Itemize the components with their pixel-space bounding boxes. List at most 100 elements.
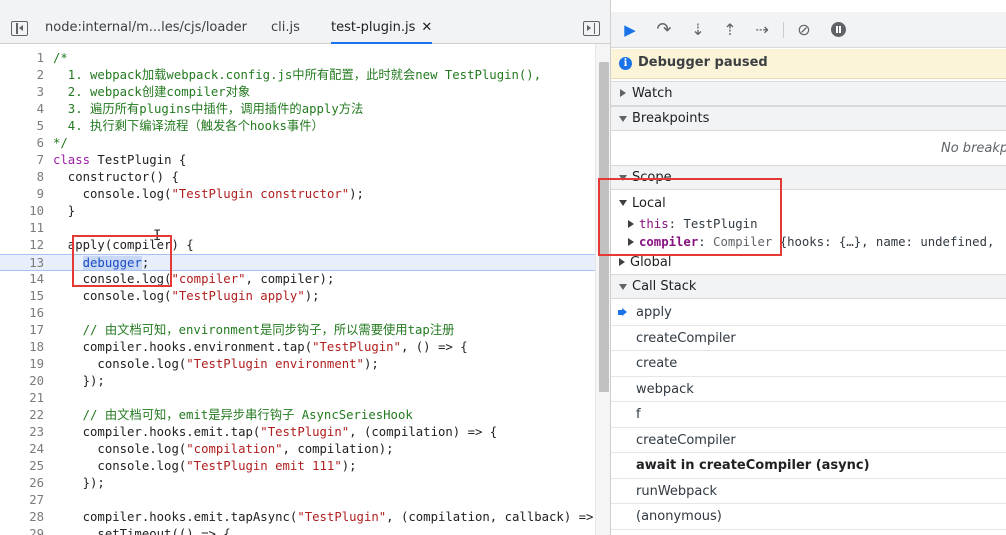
line-number[interactable]: 24 bbox=[0, 441, 44, 458]
step-out-icon[interactable]: ⇡ bbox=[719, 20, 741, 40]
code-line[interactable]: 14 console.log("compiler", compiler); bbox=[0, 271, 595, 288]
line-number[interactable]: 11 bbox=[0, 220, 44, 237]
code-line[interactable]: 3 2. webpack创建compiler对象 bbox=[0, 84, 595, 101]
frame-label: f bbox=[636, 407, 641, 422]
code-line[interactable]: 12 apply(compiler) { bbox=[0, 237, 595, 254]
code-text: 2. webpack创建compiler对象 bbox=[53, 85, 251, 99]
line-number[interactable]: 20 bbox=[0, 373, 44, 390]
step-over-icon[interactable]: ↷ bbox=[653, 20, 675, 40]
call-stack-frame[interactable]: create bbox=[611, 351, 1006, 377]
code-line[interactable]: 15 console.log("TestPlugin apply"); bbox=[0, 288, 595, 305]
line-number[interactable]: 17 bbox=[0, 322, 44, 339]
line-number[interactable]: 15 bbox=[0, 288, 44, 305]
toggle-debugger-sidebar-icon[interactable] bbox=[583, 21, 600, 36]
code-line[interactable]: 9 console.log("TestPlugin constructor"); bbox=[0, 186, 595, 203]
code-line[interactable]: 17 // 由文档可知，environment是同步钩子，所以需要使用tap注册 bbox=[0, 322, 595, 339]
code-line[interactable]: 29 setTimeout(() => { bbox=[0, 526, 595, 535]
line-number[interactable]: 28 bbox=[0, 509, 44, 526]
line-number[interactable]: 21 bbox=[0, 390, 44, 407]
code-line[interactable]: 4 3. 遍历所有plugins中插件，调用插件的apply方法 bbox=[0, 101, 595, 118]
code-line[interactable]: 2 1. webpack加载webpack.config.js中所有配置，此时就… bbox=[0, 67, 595, 84]
call-stack-frame[interactable]: (anonymous) bbox=[611, 504, 1006, 530]
line-number[interactable]: 2 bbox=[0, 67, 44, 84]
current-frame-arrow-icon bbox=[618, 308, 627, 317]
tab-test-plugin[interactable]: test-plugin.js ✕ bbox=[331, 20, 433, 44]
line-number[interactable]: 14 bbox=[0, 271, 44, 288]
scope-local[interactable]: Local bbox=[619, 195, 666, 213]
prop-name: compiler bbox=[639, 235, 699, 249]
line-number[interactable]: 22 bbox=[0, 407, 44, 424]
tab-loader[interactable]: node:internal/m...les/cjs/loader bbox=[45, 20, 247, 44]
call-stack-frame[interactable]: createCompiler bbox=[611, 428, 1006, 453]
close-tab-icon[interactable]: ✕ bbox=[421, 20, 432, 35]
step-icon[interactable]: ⇢ bbox=[751, 20, 773, 40]
line-number[interactable]: 10 bbox=[0, 203, 44, 220]
resume-icon[interactable]: ▶ bbox=[619, 20, 641, 40]
code-line[interactable]: 10 } bbox=[0, 203, 595, 220]
line-number[interactable]: 5 bbox=[0, 118, 44, 135]
line-number[interactable]: 29 bbox=[0, 526, 44, 535]
call-stack-frame[interactable]: f bbox=[611, 402, 1006, 428]
code-line[interactable]: 6 */ bbox=[0, 135, 595, 152]
code-area[interactable]: 1 /* 2 1. webpack加载webpack.config.js中所有配置，… bbox=[0, 50, 608, 535]
line-number[interactable]: 1 bbox=[0, 50, 44, 67]
code-line[interactable]: 16 bbox=[0, 305, 595, 322]
scrollbar-thumb[interactable] bbox=[599, 62, 609, 392]
code-line[interactable]: 1 /* bbox=[0, 50, 595, 67]
code-line[interactable]: 21 bbox=[0, 390, 595, 407]
line-number[interactable]: 7 bbox=[0, 152, 44, 169]
deactivate-breakpoints-icon[interactable]: ⊘ bbox=[793, 20, 815, 40]
code-line[interactable]: 26 }); bbox=[0, 475, 595, 492]
line-number[interactable]: 3 bbox=[0, 84, 44, 101]
code-line[interactable]: 18 compiler.hooks.environment.tap("TestP… bbox=[0, 339, 595, 356]
frame-label: createCompiler bbox=[636, 432, 736, 448]
code-line[interactable]: 19 console.log("TestPlugin environment")… bbox=[0, 356, 595, 373]
line-number[interactable]: 16 bbox=[0, 305, 44, 322]
scope-section-header[interactable]: Scope bbox=[611, 165, 1006, 190]
line-number[interactable]: 25 bbox=[0, 458, 44, 475]
call-stack-frame[interactable]: runWebpack bbox=[611, 479, 1006, 504]
code-line[interactable]: 11 bbox=[0, 220, 595, 237]
pause-on-exceptions-icon[interactable] bbox=[827, 20, 849, 40]
call-stack-frame[interactable]: createCompiler bbox=[611, 326, 1006, 351]
line-number[interactable]: 13 bbox=[0, 255, 44, 272]
call-stack-frame[interactable]: apply bbox=[611, 300, 1006, 326]
code-text: }); bbox=[53, 476, 105, 490]
editor-scrollbar[interactable] bbox=[595, 44, 610, 535]
line-number[interactable]: 26 bbox=[0, 475, 44, 492]
line-number[interactable]: 9 bbox=[0, 186, 44, 203]
scope-prop-this[interactable]: this: TestPlugin bbox=[628, 215, 757, 233]
code-line[interactable]: 24 console.log("compilation", compilatio… bbox=[0, 441, 595, 458]
toggle-navigator-icon[interactable] bbox=[11, 21, 28, 36]
code-line-current[interactable]: 13 debugger; bbox=[0, 254, 595, 271]
code-text: // 由文档可知，emit是异步串行钩子 AsyncSeriesHook bbox=[53, 408, 413, 422]
line-number[interactable]: 19 bbox=[0, 356, 44, 373]
line-number[interactable]: 27 bbox=[0, 492, 44, 509]
line-number[interactable]: 18 bbox=[0, 339, 44, 356]
watch-section-header[interactable]: Watch bbox=[611, 81, 1006, 106]
code-line[interactable]: 20 }); bbox=[0, 373, 595, 390]
call-stack-frame[interactable]: webpack bbox=[611, 377, 1006, 402]
code-line[interactable]: 22 // 由文档可知，emit是异步串行钩子 AsyncSeriesHook bbox=[0, 407, 595, 424]
code-line[interactable]: 27 bbox=[0, 492, 595, 509]
expand-arrow-icon bbox=[619, 257, 625, 266]
code-text: setTimeout(() => { bbox=[53, 527, 231, 535]
code-line[interactable]: 5 4. 执行剩下编译流程（触发各个hooks事件） bbox=[0, 118, 595, 135]
line-number[interactable]: 6 bbox=[0, 135, 44, 152]
line-number[interactable]: 4 bbox=[0, 101, 44, 118]
code-line[interactable]: 25 console.log("TestPlugin emit 111"); bbox=[0, 458, 595, 475]
code-line[interactable]: 7 class TestPlugin { bbox=[0, 152, 595, 169]
code-line[interactable]: 23 compiler.hooks.emit.tap("TestPlugin",… bbox=[0, 424, 595, 441]
line-number[interactable]: 12 bbox=[0, 237, 44, 254]
code-line[interactable]: 8 constructor() { bbox=[0, 169, 595, 186]
scope-global[interactable]: Global bbox=[619, 254, 671, 272]
line-number[interactable]: 8 bbox=[0, 169, 44, 186]
step-into-icon[interactable]: ⇣ bbox=[687, 20, 709, 40]
scope-prop-compiler[interactable]: compiler: Compiler {hooks: {…}, name: un… bbox=[628, 233, 994, 251]
line-number[interactable]: 23 bbox=[0, 424, 44, 441]
code-line[interactable]: 28 compiler.hooks.emit.tapAsync("TestPlu… bbox=[0, 509, 608, 526]
tab-cli[interactable]: cli.js bbox=[271, 20, 300, 44]
call-stack-section-header[interactable]: Call Stack bbox=[611, 274, 1006, 299]
breakpoints-section-header[interactable]: Breakpoints bbox=[611, 106, 1006, 131]
debugger-toolbar: ▶ ↷ ⇣ ⇡ ⇢ ⊘ bbox=[611, 12, 1006, 48]
